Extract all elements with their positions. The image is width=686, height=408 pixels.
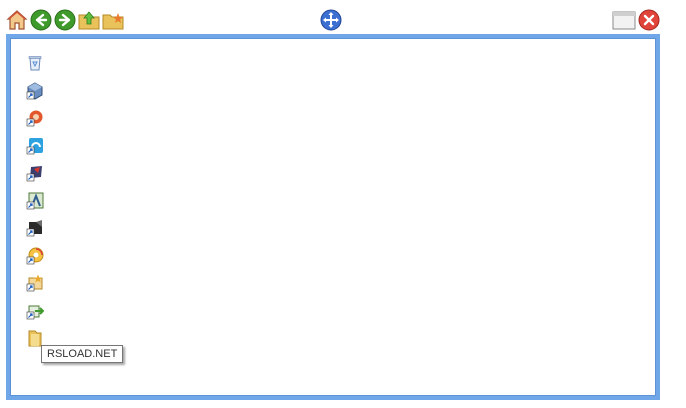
move-icon[interactable] bbox=[320, 9, 342, 31]
folder-star-icon[interactable] bbox=[102, 9, 124, 31]
toolbar bbox=[0, 0, 686, 34]
window-icon[interactable] bbox=[612, 9, 636, 31]
folder-up-icon[interactable] bbox=[78, 9, 100, 31]
browser-shortcut-icon[interactable] bbox=[26, 137, 44, 155]
tooltip: RSLOAD.NET bbox=[41, 345, 124, 363]
flame-shortcut-icon[interactable] bbox=[26, 109, 44, 127]
image-shortcut-icon[interactable] bbox=[26, 192, 44, 210]
media-shortcut-icon[interactable] bbox=[26, 164, 44, 182]
editor-shortcut-icon[interactable] bbox=[26, 219, 44, 237]
recycle-bin-icon[interactable] bbox=[26, 54, 44, 72]
star-shortcut-icon[interactable] bbox=[26, 274, 44, 292]
home-icon[interactable] bbox=[6, 9, 28, 31]
export-shortcut-icon[interactable] bbox=[26, 302, 44, 320]
cube-shortcut-icon[interactable] bbox=[26, 81, 44, 100]
shortcut-list bbox=[26, 54, 44, 357]
close-icon[interactable] bbox=[638, 9, 660, 31]
disc-shortcut-icon[interactable] bbox=[26, 247, 44, 265]
arrow-right-icon[interactable] bbox=[54, 9, 76, 31]
arrow-left-icon[interactable] bbox=[30, 9, 52, 31]
